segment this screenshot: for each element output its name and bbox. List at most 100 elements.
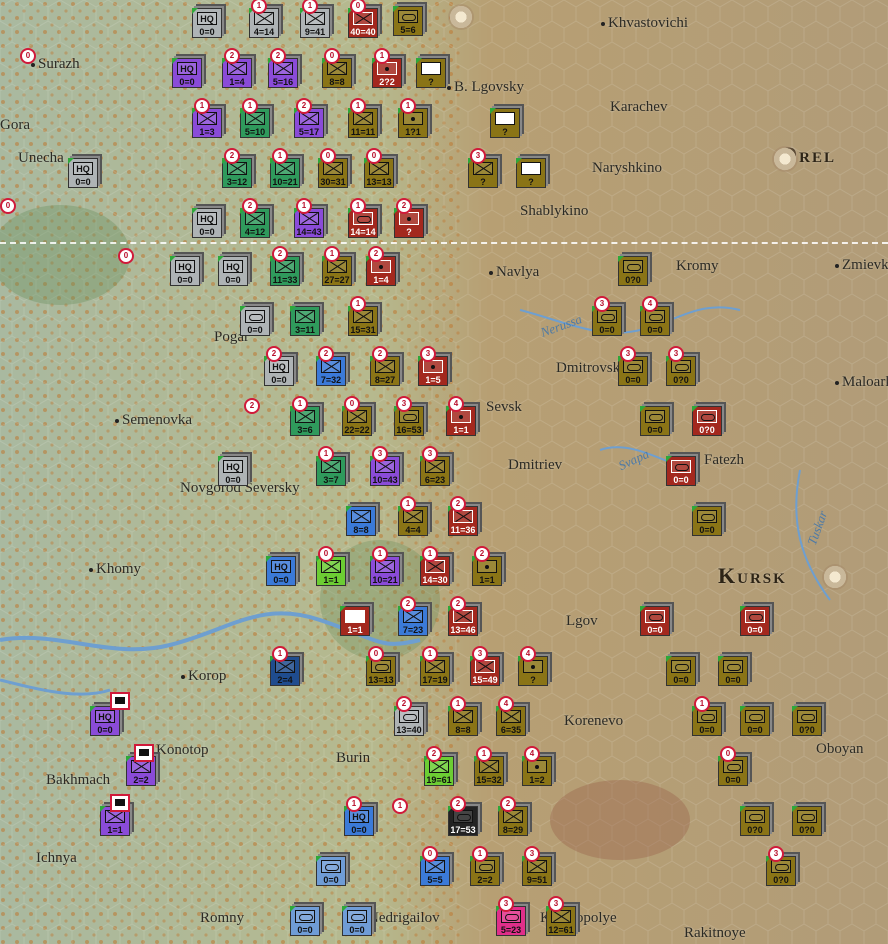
armor-symbol-icon <box>645 610 665 623</box>
armor-symbol-icon <box>697 710 717 723</box>
rail-transport-icon[interactable] <box>134 744 154 762</box>
unit-strength: 11=11 <box>350 127 376 137</box>
unit-counter[interactable]: HQ 0=0 <box>192 8 222 38</box>
town-dot <box>447 85 451 90</box>
unit-strength: 1=1 <box>453 425 469 435</box>
unit-counter[interactable]: HQ 0=0 <box>192 208 222 238</box>
movement-badge: 2 <box>368 246 384 262</box>
unit-counter[interactable]: 0=0 <box>740 606 770 636</box>
infantry-symbol-icon <box>479 760 499 773</box>
town-name: Kromy <box>676 258 719 274</box>
movement-badge: 2 <box>400 596 416 612</box>
unit-counter[interactable]: 0=0 <box>666 656 696 686</box>
movement-badge: 2 <box>474 546 490 562</box>
unit-counter[interactable]: 8=8 <box>346 506 376 536</box>
infantry-symbol-icon <box>273 62 293 75</box>
unit-strength: 4=14 <box>253 27 275 37</box>
armor-symbol-icon <box>645 310 665 323</box>
unit-strength: 5=17 <box>298 127 320 137</box>
town-name: Konotop <box>156 742 209 758</box>
game-map[interactable]: Surazh Gora Unecha Khvastovichi B. Lgovsky Ka… <box>0 0 888 944</box>
unit-strength: 3=12 <box>226 177 248 187</box>
infantry-symbol-icon <box>305 12 325 25</box>
unit-counter[interactable]: 0=0 <box>290 906 320 936</box>
unit-strength: 0=0 <box>725 675 741 685</box>
unit-counter[interactable]: ? <box>416 58 446 88</box>
unit-counter[interactable]: 0=0 <box>640 406 670 436</box>
armor-symbol-icon <box>399 710 419 723</box>
movement-badge: 0 <box>720 746 736 762</box>
town-label-konotop: Konotop <box>156 742 209 759</box>
unit-counter[interactable]: 5=6 <box>393 6 423 36</box>
unit-strength: 3=11 <box>295 325 315 335</box>
unit-counter[interactable]: 0?0 <box>792 706 822 736</box>
movement-badge: 4 <box>448 396 464 412</box>
town-dot <box>835 263 839 268</box>
unit-counter[interactable]: 0?0 <box>792 806 822 836</box>
unit-counter[interactable]: HQ 0=0 <box>172 58 202 88</box>
unit-strength: 8=27 <box>374 375 396 385</box>
unit-counter[interactable]: HQ 0=0 <box>218 456 248 486</box>
movement-badge: 2 <box>396 198 412 214</box>
unit-strength: 11=36 <box>450 525 476 535</box>
unit-counter[interactable]: 0=0 <box>240 306 270 336</box>
movement-badge: 3 <box>768 846 784 862</box>
unit-counter[interactable]: HQ 0=0 <box>170 256 200 286</box>
unit-counter[interactable]: 0=0 <box>666 456 696 486</box>
unit-counter[interactable]: 1=1 <box>340 606 370 636</box>
unit-counter[interactable]: HQ 0=0 <box>266 556 296 586</box>
rail-transport-icon[interactable] <box>110 692 130 710</box>
unit-counter[interactable]: 0=0 <box>316 856 346 886</box>
armor-symbol-icon <box>723 660 743 673</box>
town-name: Khvastovichi <box>608 15 688 31</box>
town-name: B. Lgovsky <box>454 79 525 95</box>
unit-strength: 2=2 <box>477 875 493 885</box>
infantry-symbol-icon <box>453 610 473 623</box>
unit-strength: 0?0 <box>673 375 689 385</box>
hq-symbol-icon: HQ <box>223 260 243 273</box>
movement-badge: 2 <box>318 346 334 362</box>
unit-strength: 3=6 <box>297 425 313 435</box>
unit-strength: 0?0 <box>747 825 763 835</box>
unit-counter[interactable]: ? <box>490 108 520 138</box>
artillery-symbol-icon <box>399 212 419 225</box>
unit-counter[interactable]: 3=11 <box>290 306 320 336</box>
unit-strength: 0?0 <box>773 875 789 885</box>
armor-symbol-icon <box>697 510 717 523</box>
town-label-burin: Burin <box>336 750 370 767</box>
unit-counter[interactable]: 0?0 <box>692 406 722 436</box>
armor-symbol-icon <box>745 810 765 823</box>
town-name: Korenevo <box>564 713 624 729</box>
unit-counter[interactable]: 0=0 <box>740 706 770 736</box>
movement-badge: 0 <box>324 48 340 64</box>
infantry-symbol-icon <box>473 162 493 175</box>
movement-badge: 3 <box>620 346 636 362</box>
town-label-rakitnoye: Rakitnoye <box>684 925 746 942</box>
unit-counter[interactable]: ? <box>516 158 546 188</box>
unit-counter[interactable]: 0?0 <box>618 256 648 286</box>
armor-symbol-icon <box>347 910 367 923</box>
town-name: Romny <box>200 910 245 926</box>
unit-strength: 8=8 <box>353 525 369 535</box>
infantry-symbol-icon <box>453 510 473 523</box>
unit-counter[interactable]: HQ 0=0 <box>68 158 98 188</box>
town-name: Bakhmach <box>46 772 111 788</box>
unit-strength: 4=4 <box>405 525 421 535</box>
hq-symbol-icon: HQ <box>73 162 93 175</box>
infantry-symbol-icon <box>275 162 295 175</box>
town-label-kursk: Kursk <box>718 563 787 589</box>
armor-symbol-icon <box>399 410 419 423</box>
armor-symbol-icon <box>321 860 341 873</box>
unit-counter[interactable]: HQ 0=0 <box>90 706 120 736</box>
town-name: Zmievka <box>842 257 888 273</box>
unit-counter[interactable]: 0=0 <box>640 606 670 636</box>
unit-counter[interactable]: 0=0 <box>692 506 722 536</box>
unknown-unit-icon <box>495 112 515 125</box>
unit-strength: 0?0 <box>799 825 815 835</box>
unit-counter[interactable]: 0?0 <box>740 806 770 836</box>
infantry-symbol-icon <box>375 560 395 573</box>
unit-counter[interactable]: 0=0 <box>718 656 748 686</box>
unit-counter[interactable]: HQ 0=0 <box>218 256 248 286</box>
rail-transport-icon[interactable] <box>110 794 130 812</box>
unit-counter[interactable]: 0=0 <box>342 906 372 936</box>
